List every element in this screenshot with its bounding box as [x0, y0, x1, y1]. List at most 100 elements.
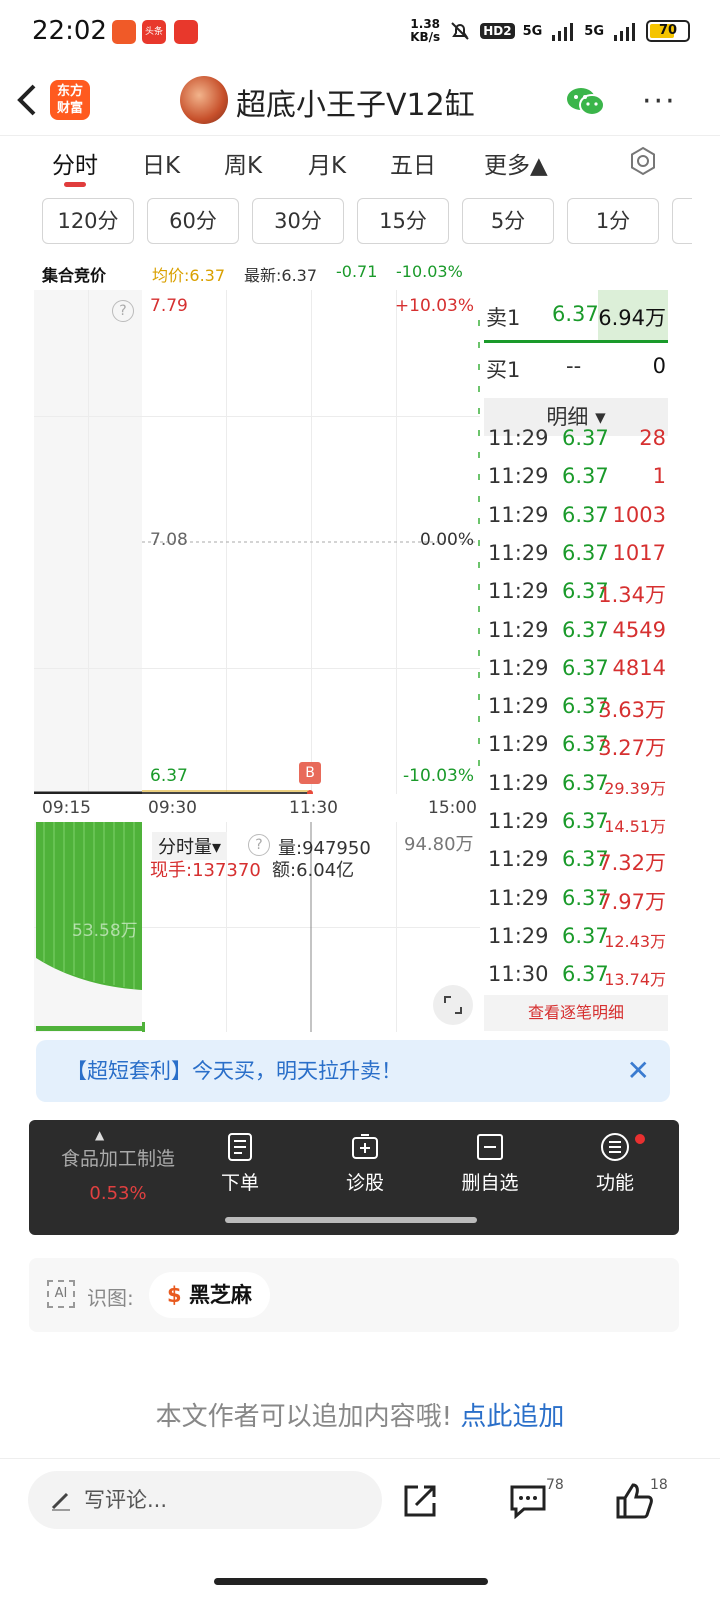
app-logo[interactable]: 东方 财富: [50, 80, 90, 120]
buy-1-volume: 0: [652, 354, 666, 378]
comment-placeholder: 写评论...: [84, 1488, 168, 1512]
trade-price: 6.37: [562, 617, 609, 642]
close-icon[interactable]: ✕: [627, 1040, 650, 1102]
tab-daily-k[interactable]: 日K: [142, 146, 180, 180]
signal-icon-2: [614, 23, 635, 41]
trade-price: 6.37: [562, 426, 609, 450]
trade-row: 11:29 6.37 14.51万: [488, 809, 668, 847]
pencil-icon: [51, 1492, 70, 1511]
interval-120[interactable]: 120分: [42, 198, 134, 244]
trade-time: 11:29: [488, 579, 549, 604]
diagnose-button[interactable]: 诊股: [315, 1132, 415, 1195]
intraday-chart[interactable]: 7.79 7.08 6.37 +10.03% 0.00% -10.03% ? B…: [34, 290, 480, 1032]
interval-60[interactable]: 60分: [147, 198, 239, 244]
sector-name: 食品加工制造: [60, 1148, 175, 1170]
trade-row: 11:29 6.37 12.43万: [488, 924, 668, 962]
help-icon[interactable]: ?: [112, 300, 134, 322]
trade-time: 11:29: [488, 617, 549, 642]
trade-volume: 7.97万: [598, 889, 666, 914]
wechat-icon[interactable]: [566, 86, 606, 118]
share-icon[interactable]: [400, 1481, 440, 1521]
sell-1-volume: 6.94万: [598, 306, 666, 330]
home-indicator[interactable]: [214, 1578, 488, 1585]
latest-price: 最新:6.37: [244, 266, 318, 285]
trade-time: 11:29: [488, 809, 549, 833]
drag-handle[interactable]: [225, 1217, 477, 1223]
order-button[interactable]: 下单: [190, 1132, 290, 1195]
tab-intraday[interactable]: 分时: [52, 146, 98, 180]
trade-row: 11:29 6.37 29.39万: [488, 771, 668, 809]
remove-watchlist-button[interactable]: 删自选: [440, 1132, 540, 1195]
trade-volume: 13.74万: [604, 970, 666, 990]
battery-icon: 70: [646, 20, 690, 42]
append-text: 本文作者可以追加内容哦!: [155, 1402, 453, 1432]
gear-icon[interactable]: [628, 146, 658, 176]
trade-row: 11:29 6.37 4814: [488, 656, 668, 694]
append-note: 本文作者可以追加内容哦! 点此追加: [0, 1396, 720, 1433]
comment-input[interactable]: 写评论...: [28, 1471, 382, 1529]
sell-1-label: 卖1: [486, 306, 521, 330]
like-count: 18: [650, 1477, 668, 1493]
trade-price: 6.37: [562, 655, 609, 680]
tab-weekly-k[interactable]: 周K: [224, 146, 262, 180]
order-label: 下单: [220, 1172, 259, 1194]
tab-five-day[interactable]: 五日: [390, 146, 436, 180]
interval-15[interactable]: 15分: [357, 198, 449, 244]
trade-row: 11:29 6.37 1.34万: [488, 579, 668, 617]
signal-2-label: 5G: [584, 23, 604, 39]
trade-time: 11:29: [488, 464, 549, 489]
price-plot: [34, 320, 480, 794]
app-icon-red: [112, 20, 136, 44]
trade-time: 11:29: [488, 502, 549, 527]
interval-30[interactable]: 30分: [252, 198, 344, 244]
chart-tabs: 分时 日K 周K 月K 五日 更多▲: [0, 140, 720, 190]
notification-dot: [635, 1134, 645, 1144]
volume-max: 94.80万: [404, 834, 474, 855]
promo-banner[interactable]: 【超短套利】今天买，明天拉升卖！ ✕: [36, 1040, 670, 1102]
ai-tag[interactable]: $ 黑芝麻: [149, 1272, 270, 1318]
hd-badge: HD2: [480, 23, 515, 39]
avatar[interactable]: [180, 76, 228, 124]
trade-time: 11:29: [488, 732, 549, 757]
price-low-label: 6.37: [150, 766, 188, 786]
pre-volume-label: 53.58万: [72, 921, 138, 941]
trade-time: 11:30: [488, 962, 549, 987]
volume-help-icon[interactable]: ?: [248, 834, 270, 856]
buy-1-row: 买1 -- 0: [484, 354, 668, 394]
trade-time: 11:29: [488, 426, 549, 450]
tab-more[interactable]: 更多▲: [484, 146, 548, 180]
function-label: 功能: [595, 1172, 634, 1194]
trade-row: 11:29 6.37 1017: [488, 541, 668, 579]
price-change: -0.71: [336, 262, 378, 281]
back-button[interactable]: [14, 80, 40, 127]
tab-monthly-k[interactable]: 月K: [308, 146, 346, 180]
quote-info-row: 集合竞价 均价:6.37 最新:6.37 -0.71 -10.03%: [42, 262, 482, 286]
buy-1-label: 买1: [486, 358, 521, 382]
interval-5[interactable]: 5分: [462, 198, 554, 244]
more-dots-icon[interactable]: ···: [642, 84, 677, 119]
function-button[interactable]: 功能: [565, 1132, 665, 1195]
thumbs-up-icon[interactable]: [614, 1481, 654, 1521]
status-bar: 22:02 头条 1.38 KB/s HD2 5G 5G 70: [0, 0, 720, 64]
trade-time: 11:29: [488, 923, 549, 948]
trade-row: 11:29 6.37 7.32万: [488, 847, 668, 885]
view-all-trades-button[interactable]: 查看逐笔明细: [484, 995, 668, 1031]
sell-1-row: 卖1 6.37 6.94万: [484, 290, 668, 342]
trade-price: 6.37: [562, 770, 609, 795]
expand-icon[interactable]: [432, 984, 474, 1026]
time-tick: 15:00: [428, 798, 477, 818]
trade-volume: 12.43万: [604, 931, 666, 951]
order-book: 卖1 6.37 6.94万 买1 -- 0 明细 ▾ 11:29 6.37 28 11…: [484, 290, 668, 1035]
append-link[interactable]: 点此追加: [460, 1402, 564, 1432]
buy-marker[interactable]: B: [299, 762, 321, 784]
trade-volume: 29.39万: [604, 778, 666, 798]
dollar-icon: $: [167, 1283, 182, 1307]
interval-overflow[interactable]: [672, 198, 692, 244]
comment-icon[interactable]: [508, 1481, 548, 1521]
interval-1[interactable]: 1分: [567, 198, 659, 244]
action-bar: ▲ 食品加工制造 0.53% 下单 诊股 删自选 功能: [29, 1120, 679, 1235]
ai-tag-label: 黑芝麻: [188, 1283, 252, 1307]
sector-info[interactable]: 食品加工制造 0.53%: [43, 1144, 193, 1204]
header: 东方 财富 超底小王子V12缸 ···: [0, 66, 720, 136]
trade-row: 11:29 6.37 3.63万: [488, 694, 668, 732]
